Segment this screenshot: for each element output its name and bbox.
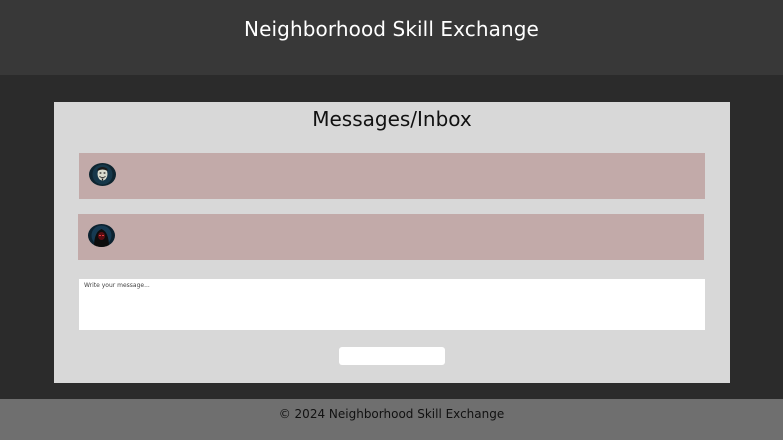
message-input[interactable]: Write your message... xyxy=(79,279,705,330)
site-title: Neighborhood Skill Exchange xyxy=(244,17,539,41)
inbox-panel: Messages/Inbox Write your message... xyxy=(54,102,730,383)
site-header: Neighborhood Skill Exchange xyxy=(0,0,783,75)
hooded-figure-avatar-icon xyxy=(88,224,115,247)
send-button[interactable] xyxy=(339,347,445,365)
message-item[interactable] xyxy=(79,153,705,199)
message-input-placeholder: Write your message... xyxy=(84,282,150,289)
footer-copyright: © 2024 Neighborhood Skill Exchange xyxy=(278,407,505,421)
inbox-title: Messages/Inbox xyxy=(312,107,472,131)
message-item[interactable] xyxy=(78,214,704,260)
site-footer: © 2024 Neighborhood Skill Exchange xyxy=(0,399,783,440)
anonymous-mask-avatar-icon xyxy=(89,163,116,186)
